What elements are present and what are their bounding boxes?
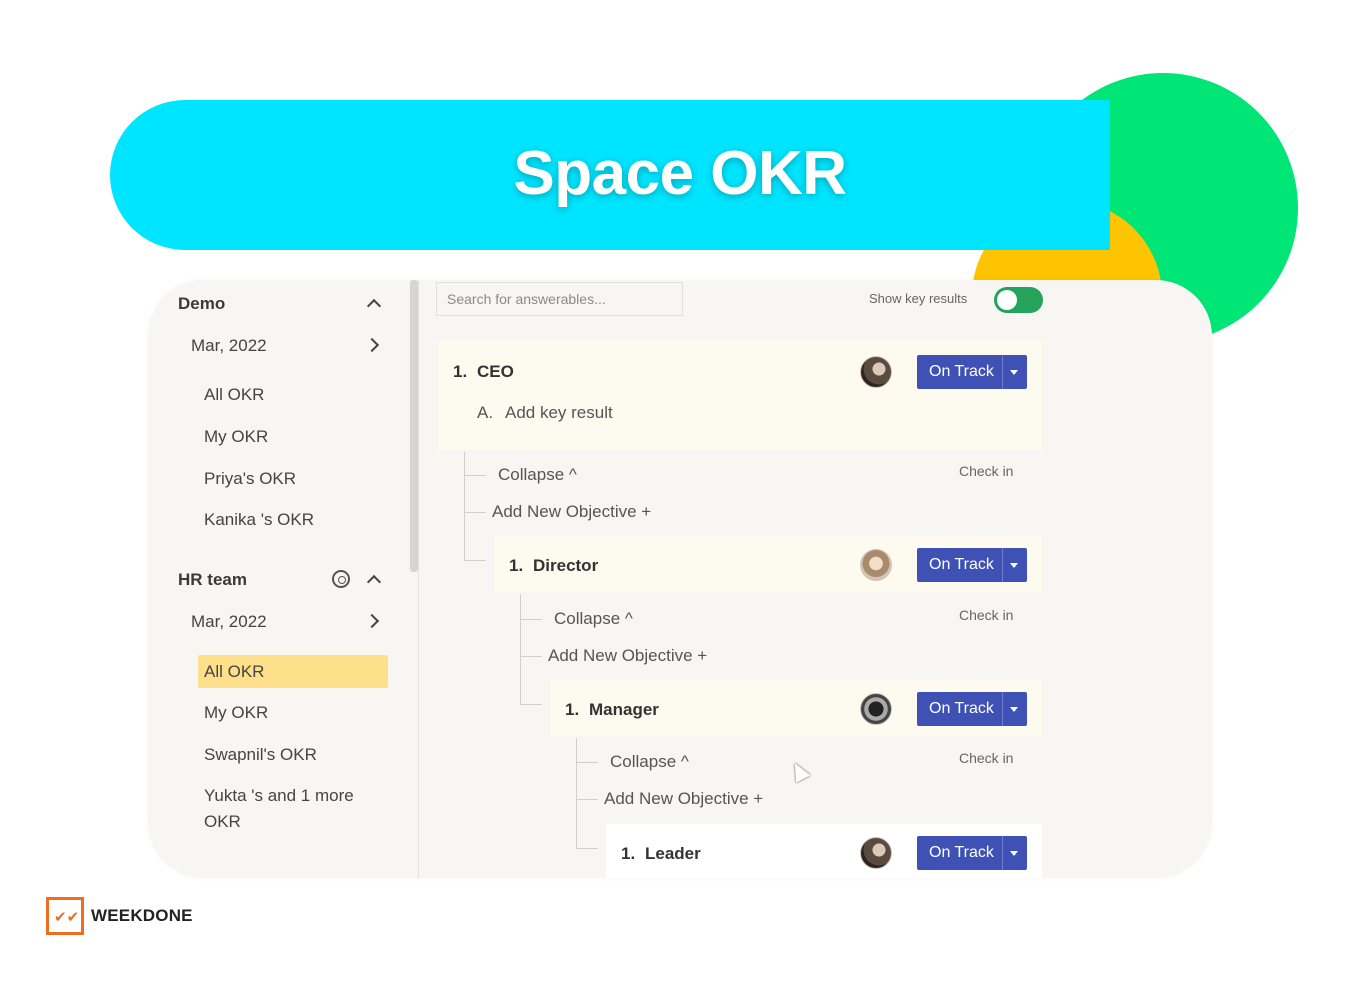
objective-number: 1. [453, 362, 468, 381]
sidebar-item-demo-priya-okr[interactable]: Priya's OKR [204, 466, 296, 492]
sidebar-section-demo-title[interactable]: Demo [178, 294, 225, 314]
sidebar-item-hr-swapnil-okr[interactable]: Swapnil's OKR [204, 742, 317, 768]
owner-avatar[interactable] [860, 837, 892, 869]
add-new-objective-button[interactable]: Add New Objective + [548, 646, 707, 666]
tree-connector [520, 704, 542, 705]
caret-down-icon [1010, 851, 1018, 856]
sidebar-item-hr-yukta-okr[interactable]: Yukta 's and 1 more [204, 783, 354, 809]
tree-connector [520, 594, 521, 704]
objective-title-director[interactable]: Director [533, 556, 598, 576]
caret-down-icon [1010, 563, 1018, 568]
tree-connector [576, 799, 598, 800]
sidebar-section-hr-title[interactable]: HR team [178, 570, 247, 590]
caret-down-icon [1010, 370, 1018, 375]
chevron-up-icon[interactable] [366, 574, 382, 590]
status-label: On Track [929, 700, 994, 717]
double-check-icon: ✔✔ [54, 909, 80, 926]
status-label: On Track [929, 844, 994, 861]
sidebar-item-hr-my-okr[interactable]: My OKR [204, 700, 268, 726]
sidebar-item-demo-my-okr[interactable]: My OKR [204, 424, 268, 450]
check-in-link[interactable]: Check in [959, 463, 1013, 479]
sidebar-month-hr[interactable]: Mar, 2022 [191, 612, 267, 632]
objective-number: 1. [509, 556, 524, 575]
sidebar-month-demo[interactable]: Mar, 2022 [191, 336, 267, 356]
toggle-knob [997, 290, 1017, 310]
status-label: On Track [929, 363, 994, 380]
show-key-results-label: Show key results [869, 291, 968, 306]
objective-title-manager[interactable]: Manager [589, 700, 659, 720]
tree-connector [520, 619, 542, 620]
add-key-result-link[interactable]: Add key result [505, 403, 613, 423]
status-dropdown-leader[interactable]: On Track [917, 836, 1027, 870]
tree-connector [576, 738, 577, 848]
sidebar-item-hr-yukta-okr-line2[interactable]: OKR [204, 809, 241, 835]
owner-avatar[interactable] [860, 693, 892, 725]
add-new-objective-button[interactable]: Add New Objective + [604, 789, 763, 809]
tree-connector [520, 656, 542, 657]
collapse-toggle[interactable]: Collapse ^ [498, 465, 577, 485]
status-separator [1002, 548, 1003, 582]
status-separator [1002, 355, 1003, 389]
tree-connector [464, 560, 486, 561]
tree-connector [464, 452, 465, 560]
collapse-toggle[interactable]: Collapse ^ [554, 609, 633, 629]
tree-connector [576, 762, 598, 763]
status-dropdown-director[interactable]: On Track [917, 548, 1027, 582]
search-input[interactable] [436, 282, 683, 316]
objective-title-ceo[interactable]: CEO [477, 362, 514, 382]
objective-number: 1. [565, 700, 580, 719]
sidebar: Demo Mar, 2022 All OKR My OKR Priya's OK… [148, 280, 410, 878]
chevron-right-icon[interactable] [364, 337, 380, 353]
app-screenshot-card: Demo Mar, 2022 All OKR My OKR Priya's OK… [148, 280, 1212, 878]
add-new-objective-button[interactable]: Add New Objective + [492, 502, 651, 522]
status-label: On Track [929, 556, 994, 573]
caret-down-icon [1010, 707, 1018, 712]
owner-avatar[interactable] [860, 356, 892, 388]
brand-name: WEEKDONE [91, 906, 193, 925]
status-separator [1002, 692, 1003, 726]
key-result-prefix: A. [477, 403, 494, 422]
tree-connector [576, 848, 598, 849]
gear-icon[interactable] [332, 570, 350, 588]
chevron-up-icon[interactable] [366, 298, 382, 314]
sidebar-item-demo-all-okr[interactable]: All OKR [204, 382, 264, 408]
sidebar-item-hr-all-okr[interactable]: All OKR [204, 659, 264, 685]
check-in-link[interactable]: Check in [959, 607, 1013, 623]
status-separator [1002, 836, 1003, 870]
show-key-results-toggle[interactable] [994, 287, 1043, 313]
tree-connector [464, 512, 486, 513]
status-dropdown-ceo[interactable]: On Track [917, 355, 1027, 389]
objective-title-leader[interactable]: Leader [645, 844, 701, 864]
sidebar-scrollbar[interactable] [410, 280, 418, 572]
objective-number: 1. [621, 844, 636, 863]
collapse-toggle[interactable]: Collapse ^ [610, 752, 689, 772]
sidebar-item-demo-kanika-okr[interactable]: Kanika 's OKR [204, 507, 314, 533]
tree-connector [464, 475, 486, 476]
mouse-cursor-icon [787, 759, 811, 783]
check-in-link[interactable]: Check in [959, 750, 1013, 766]
sidebar-divider [418, 280, 419, 878]
owner-avatar[interactable] [860, 549, 892, 581]
page-title: Space OKR [513, 139, 847, 208]
status-dropdown-manager[interactable]: On Track [917, 692, 1027, 726]
chevron-right-icon[interactable] [364, 613, 380, 629]
